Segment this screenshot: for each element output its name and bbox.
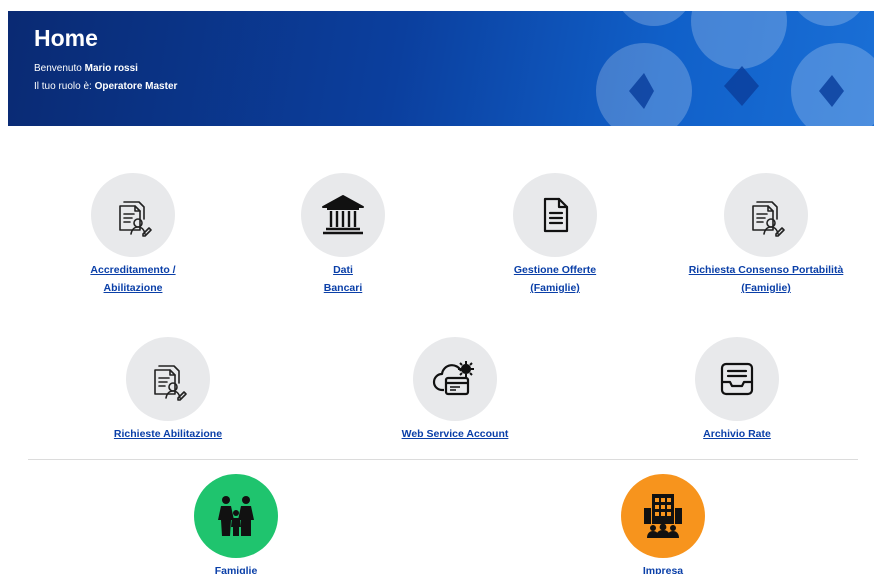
inbox-tray-icon [720,362,754,396]
family-icon [218,496,254,536]
bank-icon [322,195,364,235]
tile-web-service-account-label[interactable]: Web Service Account [402,425,509,443]
tile-famiglie[interactable]: Famiglie [136,474,336,574]
page-title: Home [34,25,98,51]
tile-richiesta-consenso-label[interactable]: Richiesta Consenso Portabilità (Famiglie) [689,261,844,297]
tile-richieste-abilitazione-label[interactable]: Richieste Abilitazione [114,425,222,443]
building-people-icon [644,494,682,538]
document-user-icon [154,365,187,401]
document-user-icon [752,201,785,237]
tile-archivio-rate[interactable]: Archivio Rate [637,337,837,443]
tile-richieste-abilitazione[interactable]: Richieste Abilitazione [68,337,268,443]
tile-web-service-account[interactable]: Web Service Account [355,337,555,443]
user-name: Mario rossi [84,63,138,74]
tile-archivio-rate-label[interactable]: Archivio Rate [703,425,771,443]
cloud-gear-icon [432,361,474,396]
user-role: Operatore Master [94,81,178,92]
banner-decoration [596,11,874,126]
tile-richiesta-consenso[interactable]: Richiesta Consenso Portabilità (Famiglie) [666,173,866,297]
tile-accreditamento[interactable]: Accreditamento / Abilitazione [33,173,233,297]
role-text: Il tuo ruolo è: Operatore Master [34,81,178,92]
tile-gestione-offerte-label[interactable]: Gestione Offerte (Famiglie) [514,261,596,297]
tile-gestione-offerte[interactable]: Gestione Offerte (Famiglie) [455,173,655,297]
tile-famiglie-label[interactable]: Famiglie [215,562,258,574]
welcome-text: Benvenuto Mario rossi [34,63,138,74]
tile-impresa-label[interactable]: Impresa [643,562,683,574]
tile-accreditamento-label[interactable]: Accreditamento / Abilitazione [90,261,175,297]
tile-impresa[interactable]: Impresa [563,474,763,574]
header-banner: Home Benvenuto Mario rossi Il tuo ruolo … [8,11,874,126]
document-icon [543,197,569,233]
tile-dati-bancari[interactable]: Dati Bancari [243,173,443,297]
tile-dati-bancari-label[interactable]: Dati Bancari [324,261,363,297]
section-divider [28,459,858,460]
document-user-icon [119,201,152,237]
